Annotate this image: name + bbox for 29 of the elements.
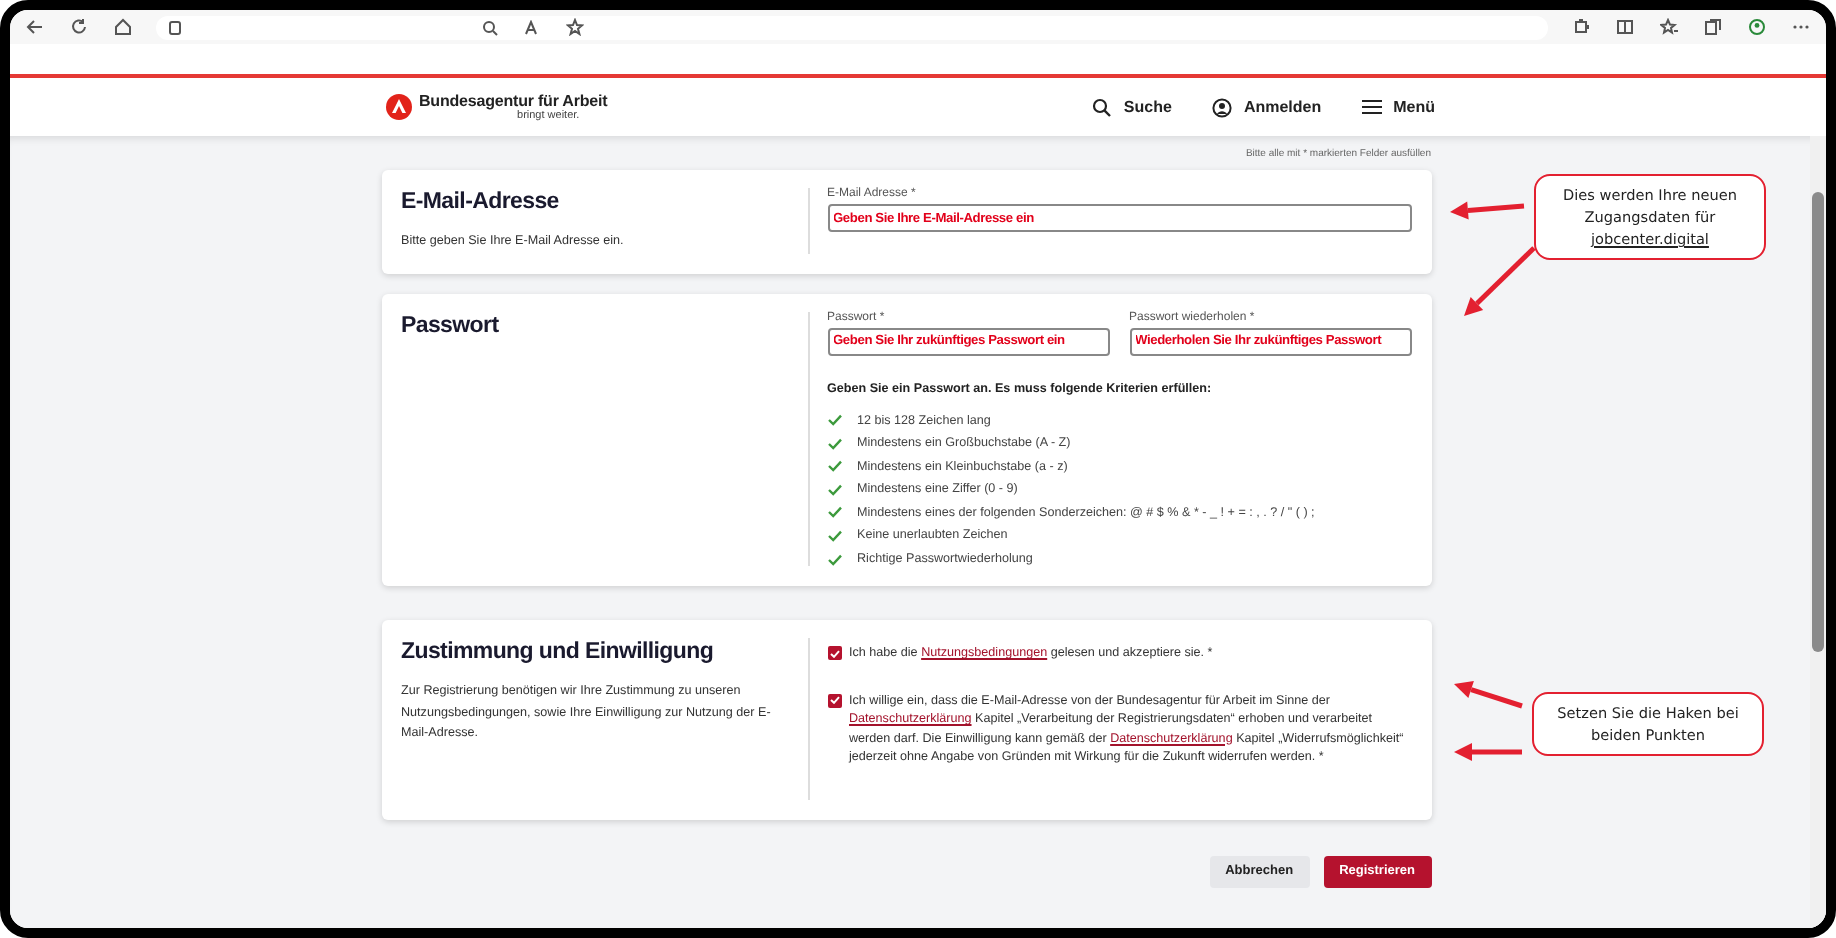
read-aloud-icon[interactable] [524,19,540,35]
nav-link[interactable]: Anmelden [1211,97,1322,117]
puzzle-icon[interactable] [1572,18,1590,36]
user-icon [1211,97,1232,117]
nav-link[interactable]: Suche [1091,97,1172,117]
profile-icon[interactable] [1748,18,1766,36]
arrow [1454,743,1522,761]
arrow [1450,201,1525,220]
search-icon [1091,97,1112,117]
menu-icon [1361,98,1382,116]
logo-title: Bundesagentur für Arbeit [419,92,608,110]
checkbox[interactable] [827,693,841,708]
scrollbar-thumb[interactable] [1812,192,1824,652]
nav-link[interactable]: Menü [1361,98,1435,116]
split-screen-icon[interactable] [1616,18,1634,36]
page-info-icon[interactable] [168,19,182,35]
favorites-icon[interactable] [1660,18,1678,36]
zoom-icon[interactable] [482,19,498,35]
section-title: Zustimmung und Einwilligung [401,640,716,665]
section-title: E-Mail-Adresse [401,190,561,214]
arrow [1454,681,1523,709]
refresh-icon[interactable] [70,18,88,36]
section-title: Passwort [401,313,501,337]
logo-icon [385,94,411,120]
checkbox[interactable] [827,646,841,661]
collections-icon[interactable] [1704,18,1722,36]
back-icon[interactable] [26,18,44,36]
home-icon[interactable] [114,18,132,36]
star-icon[interactable] [566,18,584,36]
